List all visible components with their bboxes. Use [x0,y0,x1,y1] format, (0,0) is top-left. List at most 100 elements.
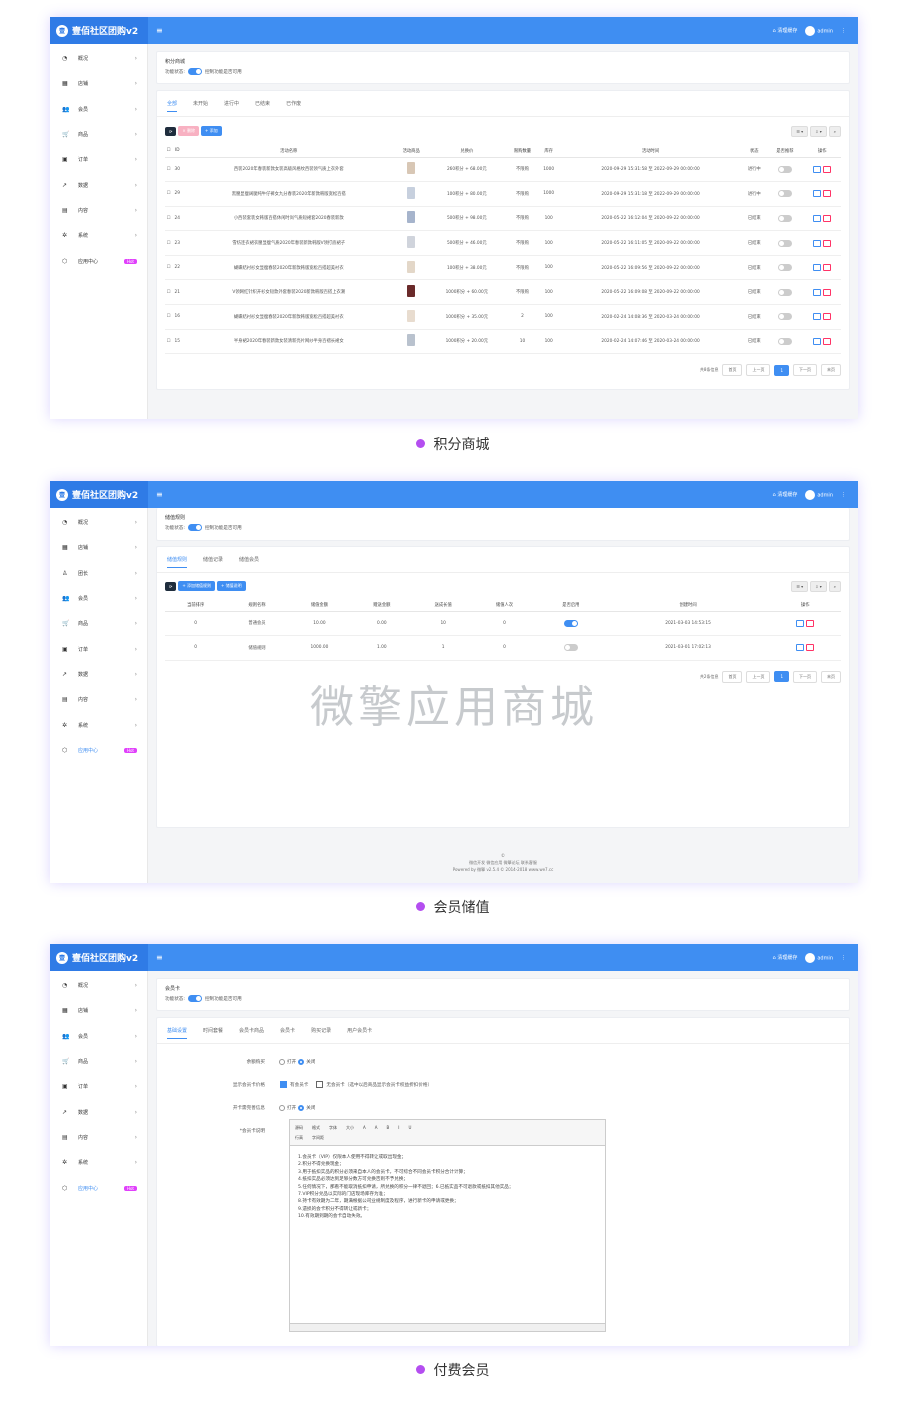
search-icon[interactable]: ⌕ [828,580,841,592]
product-thumbnail[interactable] [407,260,416,273]
brand[interactable]: 壹壹佰社区团购v2 [50,481,148,508]
recommend-toggle[interactable] [777,165,792,173]
menu-toggle-icon[interactable]: ≡ [156,490,163,499]
stored-value-desc-button[interactable]: + 储值说明 [216,581,246,591]
recommend-toggle[interactable] [777,313,792,321]
footer-links[interactable]: 微信开发 微信应用 微擎论坛 联系客服 [156,859,850,866]
more-icon[interactable]: ⋮ [841,955,846,961]
editor-tool[interactable]: 源码 [295,1125,303,1130]
rich-text-editor[interactable]: 源码 格式 字体 大小 A A B I U 行高 字间距 1.会员卡（VIP）仅限本人使用不得转让或… [289,1119,606,1332]
sidebar-item[interactable]: ◔ 概况 › [50,973,147,998]
recommend-toggle[interactable] [777,190,792,198]
refresh-button[interactable]: ⟳ [165,581,177,591]
enabled-toggle[interactable] [563,619,578,627]
tab[interactable]: 储值规则 [167,556,188,568]
sidebar-item[interactable]: ▣ 订单 › [50,636,147,661]
sidebar-item[interactable]: ▣ 订单 › [50,1074,147,1099]
delete-icon[interactable] [806,619,815,627]
sidebar-item[interactable]: 🛒 商品 › [50,122,147,147]
delete-icon[interactable] [823,313,832,321]
tab[interactable]: 储值会员 [239,556,259,563]
clear-cache-button[interactable]: ⌂ 清理缓存 [773,954,798,961]
tab[interactable]: 未开始 [193,100,208,107]
sidebar-item[interactable]: ◔ 概况 › [50,46,147,71]
tab[interactable]: 已结束 [255,100,270,107]
user-menu[interactable]: admin [805,489,833,500]
sidebar-item[interactable]: 👥 会员 › [50,1024,147,1049]
sidebar-item[interactable]: ◔ 概况 › [50,510,147,535]
tab[interactable]: 全部 [167,100,178,112]
editor-tool[interactable]: I [398,1125,399,1130]
pager-next[interactable]: 下一页 [793,364,817,377]
menu-toggle-icon[interactable]: ≡ [156,953,163,962]
product-thumbnail[interactable] [407,236,416,249]
menu-toggle-icon[interactable]: ≡ [156,26,163,35]
columns-button[interactable]: ☰ ▾ [791,125,809,137]
editor-tool[interactable]: A [363,1125,366,1130]
pager-first[interactable]: 首页 [722,364,743,377]
delete-icon[interactable] [823,337,832,345]
row-checkbox[interactable]: ☐ [165,157,173,183]
pager-last[interactable]: 末页 [821,364,841,377]
columns-button[interactable]: ☰ ▾ [791,580,809,592]
product-thumbnail[interactable] [407,162,416,175]
radio-close[interactable] [298,1058,305,1065]
sidebar-item[interactable]: ⬡ 应用中心 Hot [50,738,147,763]
edit-icon[interactable] [796,619,805,627]
more-icon[interactable]: ⋮ [841,492,846,498]
delete-icon[interactable] [823,165,832,173]
edit-icon[interactable] [813,214,822,222]
status-toggle[interactable] [187,68,202,75]
pager-prev[interactable]: 上一页 [746,364,771,377]
delete-icon[interactable] [823,190,832,198]
edit-icon[interactable] [813,288,822,296]
sidebar-item[interactable]: 🛒 商品 › [50,611,147,636]
editor-tool[interactable]: 行高 [295,1133,303,1143]
tab[interactable]: 储值记录 [203,556,223,563]
product-thumbnail[interactable] [407,309,416,322]
sidebar-item[interactable]: ✲ 系统 › [50,223,147,248]
row-checkbox[interactable]: ☐ [165,329,173,355]
row-checkbox[interactable]: ☐ [165,304,173,330]
edit-icon[interactable] [813,190,822,198]
sidebar-item[interactable]: ♙ 团长 › [50,561,147,586]
brand[interactable]: 壹壹佰社区团购v2 [50,944,148,971]
radio-open[interactable] [279,1104,285,1111]
radio-open[interactable] [279,1058,285,1065]
export-button[interactable]: ⇩ ▾ [810,125,827,137]
editor-body[interactable]: 1.会员卡（VIP）仅限本人使用不得转让或取出现金； 2.积分不得兑换现金； 3.用… [290,1146,605,1229]
row-checkbox[interactable]: ☐ [165,230,173,256]
row-checkbox[interactable]: ☐ [165,181,173,207]
sidebar-item[interactable]: ▣ 订单 › [50,147,147,172]
editor-tool[interactable]: 大小 [346,1125,354,1130]
editor-tool[interactable]: 字体 [329,1125,337,1130]
add-rule-button[interactable]: + 添加储值规则 [178,581,215,591]
sidebar-item[interactable]: ▤ 内容 › [50,198,147,223]
checkbox-nomember[interactable] [316,1081,324,1088]
editor-tool[interactable]: U [408,1125,411,1130]
sidebar-item[interactable]: 👥 会员 › [50,97,147,122]
delete-icon[interactable] [823,239,832,247]
product-thumbnail[interactable] [407,334,416,347]
product-thumbnail[interactable] [407,211,416,224]
checkbox-member[interactable] [280,1081,287,1088]
select-all-checkbox[interactable]: ☐ [165,145,173,158]
row-checkbox[interactable]: ☐ [165,255,173,281]
status-toggle[interactable] [187,995,202,1002]
clear-cache-button[interactable]: ⌂ 清理缓存 [773,491,798,498]
tab[interactable]: 进行中 [224,100,239,107]
delete-icon[interactable] [806,644,815,652]
edit-icon[interactable] [813,264,822,272]
sidebar-item[interactable]: ▦ 店铺 › [50,71,147,96]
editor-tool[interactable]: 格式 [312,1125,320,1130]
recommend-toggle[interactable] [777,288,792,296]
clear-cache-button[interactable]: ⌂ 清理缓存 [773,27,798,34]
pager-current[interactable]: 1 [774,364,789,376]
edit-icon[interactable] [813,337,822,345]
add-button[interactable]: + 添加 [200,126,222,136]
sidebar-item[interactable]: ↗ 数据 › [50,172,147,197]
delete-button[interactable]: × 删除 [178,126,199,136]
radio-close[interactable] [298,1104,305,1111]
sidebar-item[interactable]: ▦ 店铺 › [50,535,147,560]
delete-icon[interactable] [823,264,832,272]
